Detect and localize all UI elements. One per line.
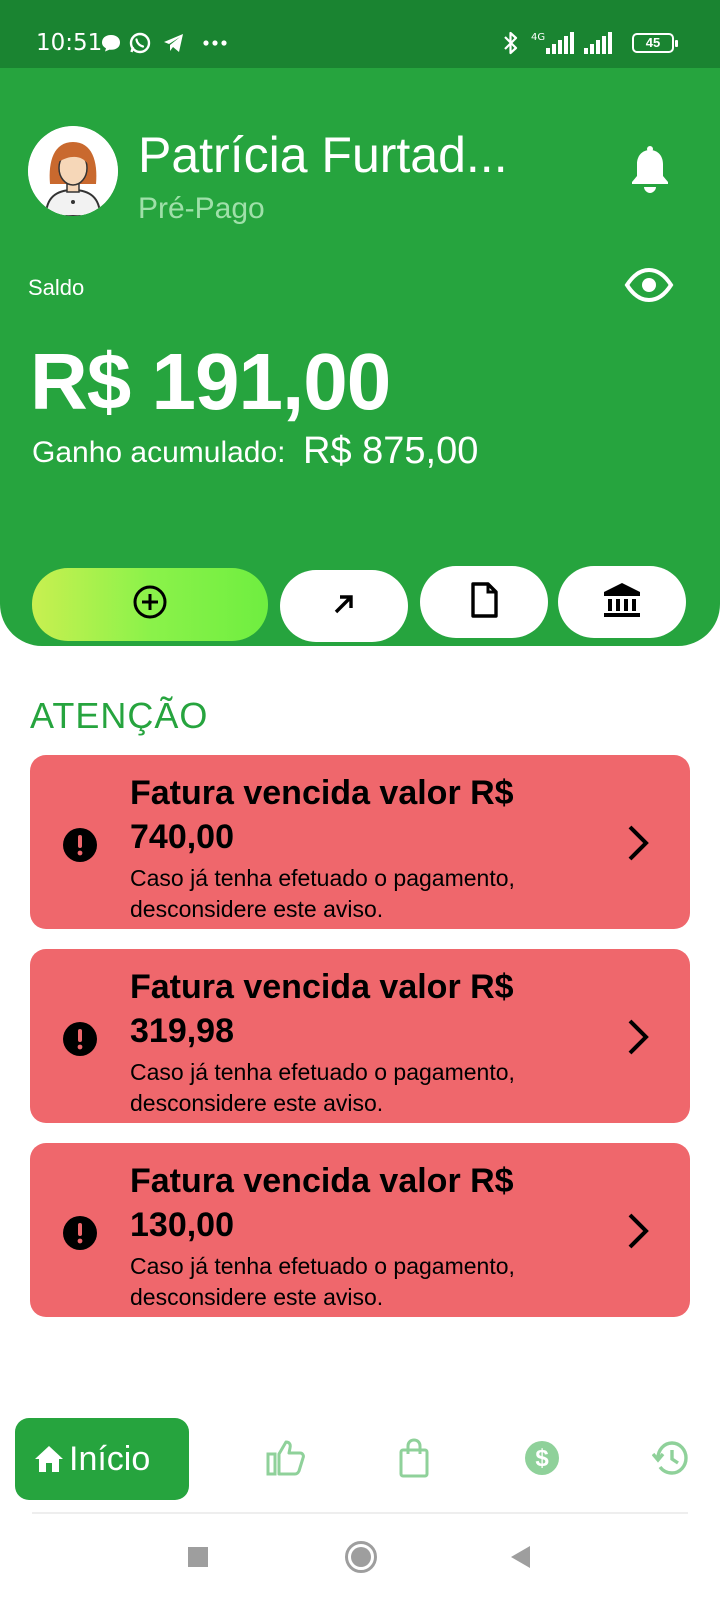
bank-button[interactable]: [558, 566, 686, 638]
avatar[interactable]: [28, 126, 118, 216]
balance-label: Saldo: [28, 275, 85, 300]
arrow-up-right-icon: [329, 589, 359, 624]
nav-home-label: Início: [69, 1439, 151, 1478]
svg-text:$: $: [535, 1445, 549, 1472]
dollar-circle-icon[interactable]: $: [522, 1438, 562, 1478]
plus-circle-icon: [132, 584, 168, 625]
svg-text:4G: 4G: [531, 32, 545, 43]
exclamation-circle-icon: [62, 1215, 98, 1251]
nav-home-button[interactable]: Início: [15, 1418, 189, 1500]
accumulated-label: Ganho acumulado:: [32, 436, 286, 469]
account-header: Patrícia Furtad... Pré-Pago Saldo R$ 191…: [0, 68, 720, 683]
withdraw-label[interactable]: Sacar: [280, 644, 408, 678]
deposit-label[interactable]: Depositar: [32, 646, 268, 680]
alert-card-1[interactable]: Fatura vencida valor R$ 740,00 Caso já t…: [30, 755, 690, 929]
bank-label[interactable]: Banco: [558, 650, 686, 684]
statement-label[interactable]: Extrato: [420, 650, 548, 684]
chat-bubble-icon: [100, 30, 122, 56]
alert-title: Fatura vencida valor R$ 740,00: [130, 774, 514, 856]
nav-divider: [32, 1512, 688, 1514]
app-screen: 10:51 4G 45 Patrícia Furtad... Pré-Pago …: [0, 0, 720, 1600]
accumulated-value: R$ 875,00: [303, 430, 479, 472]
bank-icon: [602, 581, 642, 624]
status-bar: 10:51 4G 45: [0, 0, 720, 68]
alert-message: Caso já tenha efetuado o pagamento, desc…: [130, 1059, 515, 1116]
signal-4g-icon: 4G: [530, 30, 576, 56]
alert-card-3[interactable]: Fatura vencida valor R$ 130,00 Caso já t…: [30, 1143, 690, 1317]
exclamation-circle-icon: [62, 1021, 98, 1057]
telegram-icon: [162, 30, 186, 56]
eye-icon[interactable]: [624, 267, 674, 303]
document-icon: [469, 581, 499, 623]
exclamation-circle-icon: [62, 827, 98, 863]
home-button-icon[interactable]: [344, 1540, 378, 1579]
thumbs-up-icon[interactable]: [266, 1438, 306, 1478]
user-name: Patrícia Furtad...: [138, 127, 508, 183]
signal-icon: [582, 30, 614, 56]
bluetooth-icon: [502, 30, 520, 56]
battery-icon: 45: [632, 33, 678, 53]
alert-message: Caso já tenha efetuado o pagamento, desc…: [130, 865, 515, 922]
balance-value: R$ 191,00: [30, 337, 391, 426]
attention-title: ATENÇÃO: [30, 695, 209, 736]
chevron-right-icon[interactable]: [622, 1017, 652, 1057]
alert-message: Caso já tenha efetuado o pagamento, desc…: [130, 1253, 515, 1310]
statement-button[interactable]: [420, 566, 548, 638]
history-icon[interactable]: [651, 1438, 692, 1478]
chevron-right-icon[interactable]: [622, 823, 652, 863]
home-icon: [33, 1444, 65, 1474]
shopping-bag-icon[interactable]: [394, 1438, 434, 1478]
withdraw-button[interactable]: [280, 570, 408, 642]
alert-title: Fatura vencida valor R$ 130,00: [130, 1162, 514, 1244]
alert-card-2[interactable]: Fatura vencida valor R$ 319,98 Caso já t…: [30, 949, 690, 1123]
back-icon[interactable]: [508, 1544, 532, 1575]
plan-label: Pré-Pago: [138, 192, 265, 225]
alert-title: Fatura vencida valor R$ 319,98: [130, 968, 514, 1050]
more-notifications-icon: [202, 30, 228, 56]
chevron-right-icon[interactable]: [622, 1211, 652, 1251]
recent-apps-icon[interactable]: [186, 1545, 210, 1574]
whatsapp-icon: [128, 30, 152, 56]
deposit-button[interactable]: [32, 568, 268, 641]
status-time: 10:51: [36, 30, 103, 56]
bell-icon[interactable]: [628, 146, 672, 194]
